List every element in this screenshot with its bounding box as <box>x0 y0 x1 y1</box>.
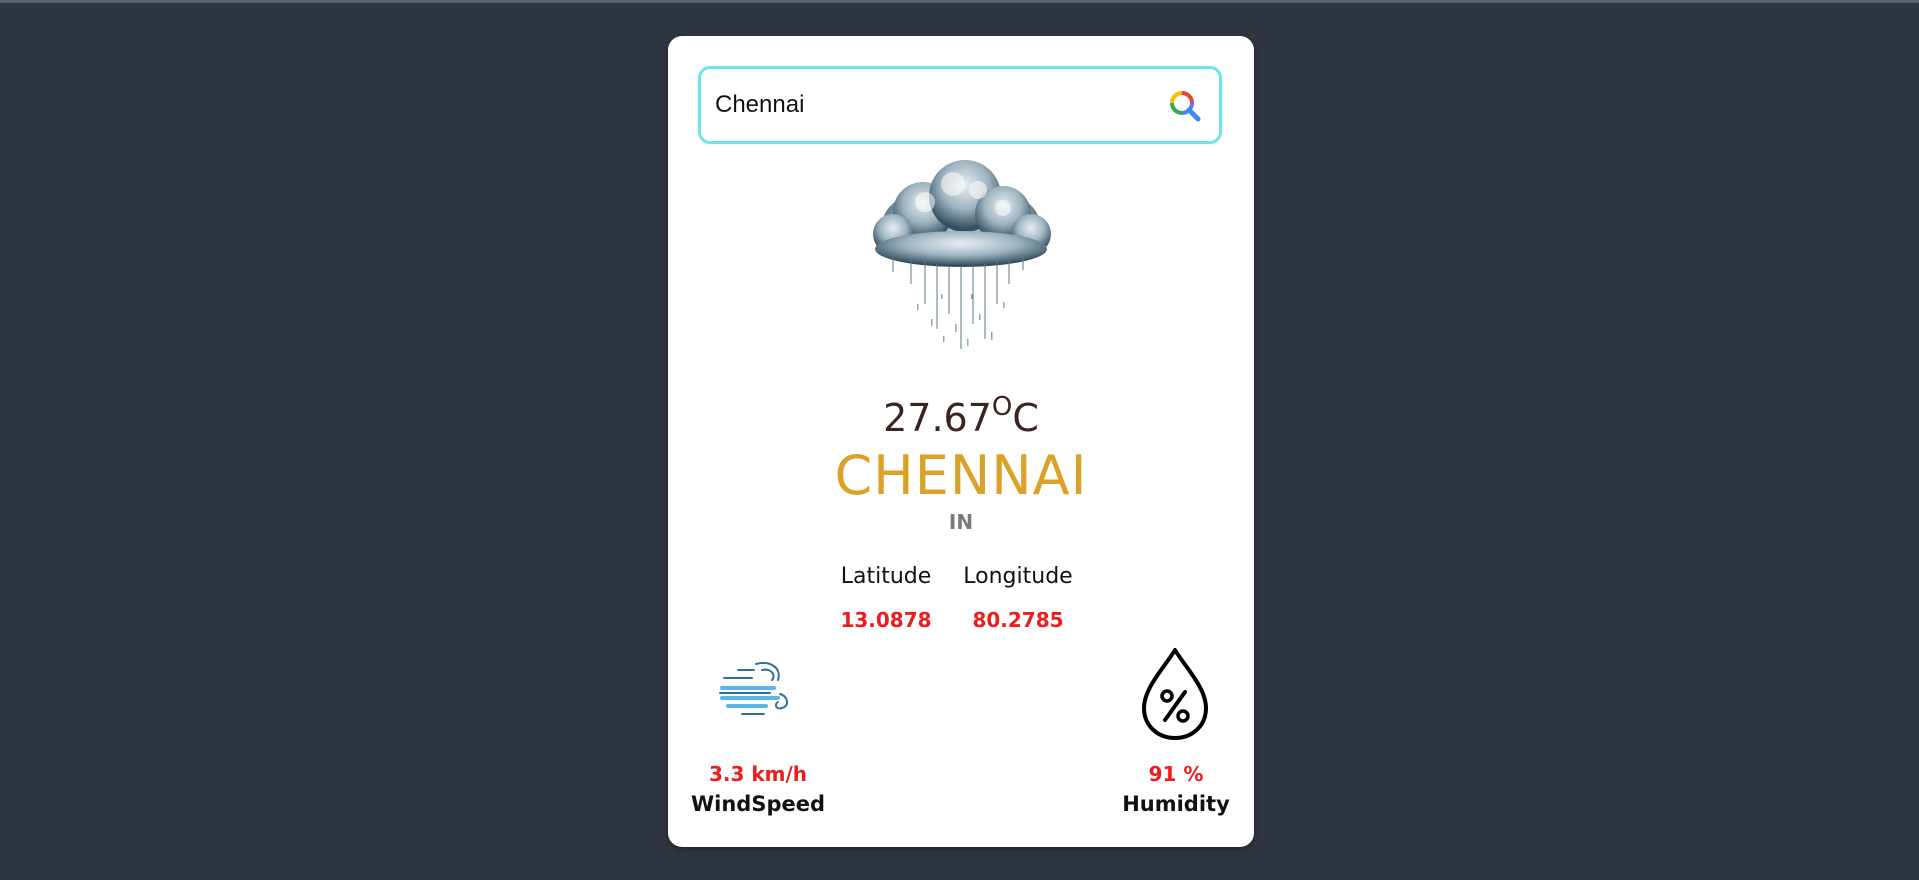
temperature-unit: C <box>1012 396 1039 440</box>
country-code: IN <box>948 510 974 534</box>
city-name: CHENNAI <box>834 444 1088 507</box>
degree-symbol: O <box>991 392 1013 422</box>
temperature-value: 27.67 <box>883 396 992 440</box>
humidity-icon <box>1138 646 1212 742</box>
longitude-value: 80.2785 <box>972 608 1064 632</box>
humidity-label: Humidity <box>1122 792 1230 816</box>
temperature-display: 27.67OC <box>668 392 1254 440</box>
search-icon[interactable] <box>1169 90 1201 122</box>
wind-speed-value: 3.3 km/h <box>708 762 808 786</box>
latitude-label: Latitude <box>840 564 932 589</box>
humidity-value: 91 % <box>1148 762 1204 786</box>
search-bar <box>698 66 1222 144</box>
wind-icon <box>718 658 794 720</box>
window-top-border <box>0 0 1919 3</box>
longitude-label: Longitude <box>963 564 1073 589</box>
weather-card: 27.67OC CHENNAI IN Latitude Longitude 13… <box>668 36 1254 847</box>
wind-speed-label: WindSpeed <box>690 792 826 816</box>
search-input[interactable] <box>715 87 1155 123</box>
rain-cloud-icon <box>853 154 1069 364</box>
latitude-value: 13.0878 <box>840 608 932 632</box>
